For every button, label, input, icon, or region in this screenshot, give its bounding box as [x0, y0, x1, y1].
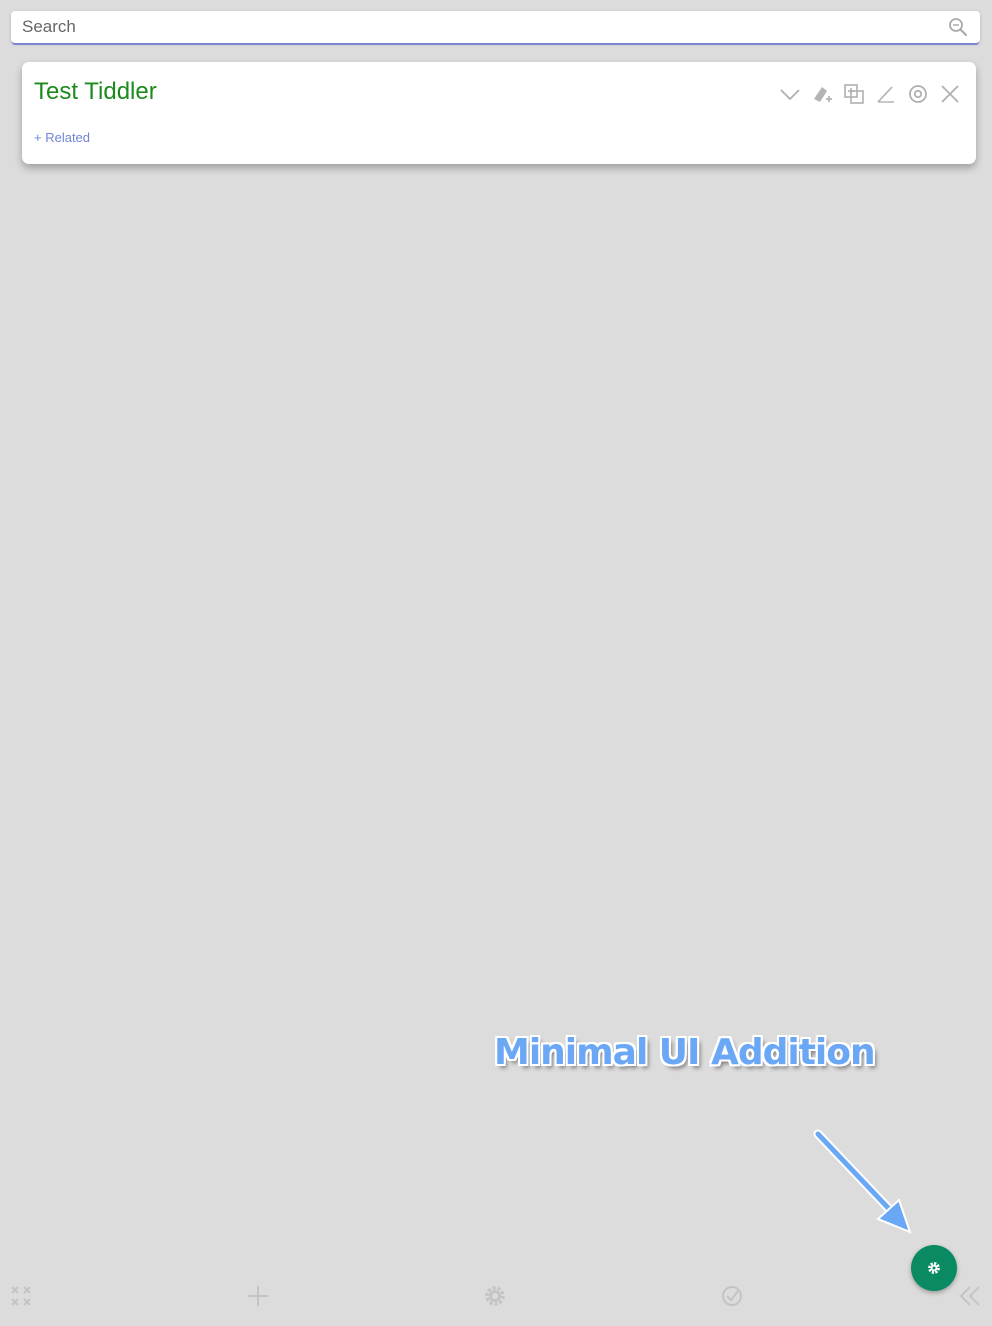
collapse-sidebar-icon[interactable] — [958, 1284, 982, 1308]
tag-add-icon[interactable] — [810, 82, 834, 106]
arrow-icon — [813, 1129, 912, 1234]
edit-icon[interactable] — [874, 82, 898, 106]
clone-icon[interactable] — [842, 82, 866, 106]
gear-icon — [928, 1262, 940, 1274]
related-link[interactable]: + Related — [34, 130, 90, 145]
done-icon[interactable] — [720, 1284, 744, 1308]
chevron-down-icon[interactable] — [778, 82, 802, 106]
tiddler-card: Test Tiddler + Related — [22, 62, 976, 164]
settings-fab-button[interactable] — [911, 1245, 957, 1291]
tiddler-toolbar — [778, 82, 962, 106]
search-input[interactable] — [11, 11, 931, 43]
settings-icon[interactable] — [483, 1284, 507, 1308]
search-icon[interactable] — [948, 17, 968, 37]
annotation-label: Minimal UI Addition — [494, 1032, 876, 1073]
search-bar — [11, 11, 980, 43]
close-icon[interactable] — [938, 82, 962, 106]
info-icon[interactable] — [906, 82, 930, 106]
close-all-icon[interactable] — [10, 1285, 34, 1309]
tiddler-title[interactable]: Test Tiddler — [34, 78, 157, 106]
new-tiddler-icon[interactable] — [246, 1284, 270, 1308]
